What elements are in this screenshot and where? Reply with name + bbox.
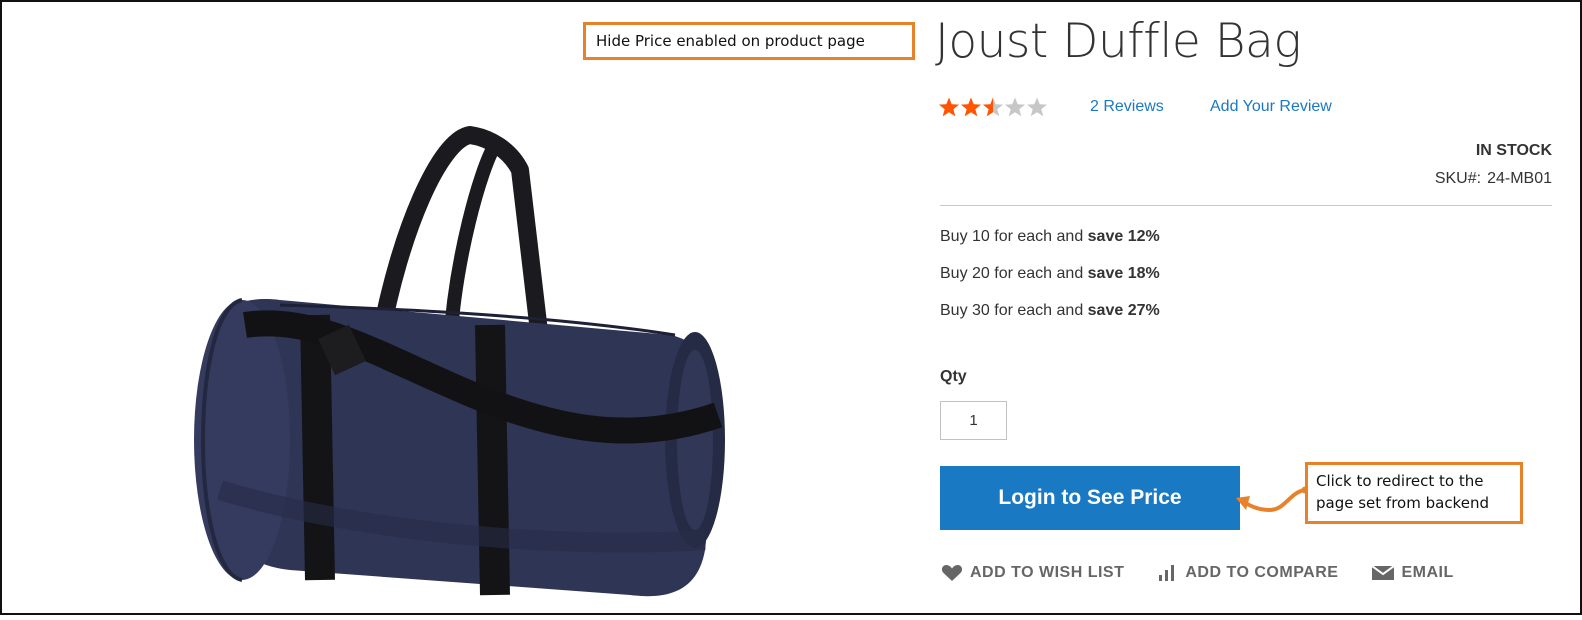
- envelope-icon: [1372, 566, 1395, 580]
- hide-price-annotation-text: Hide Price enabled on product page: [596, 32, 865, 50]
- email-label: Email: [1401, 564, 1454, 581]
- tier-price-item: Buy 30 for each and save 27%: [940, 300, 1160, 337]
- sku-value: 24-MB01: [1487, 170, 1552, 187]
- wishlist-label: Add to Wish List: [970, 564, 1125, 581]
- stock-status: In stock: [1475, 142, 1552, 159]
- tier-price-text: Buy 10 for each and: [940, 228, 1088, 245]
- compare-label: Add to Compare: [1185, 564, 1339, 581]
- add-to-wishlist-link[interactable]: Add to Wish List: [941, 564, 1124, 582]
- divider: [940, 205, 1552, 206]
- product-rating: [938, 94, 1050, 122]
- tier-price-save: save 18%: [1087, 265, 1160, 282]
- duffle-bag-image: [194, 126, 725, 597]
- product-social-links: Add to Wish List Add to Compare Email: [941, 564, 1488, 582]
- qty-input[interactable]: [940, 401, 1007, 440]
- tier-price-text: Buy 30 for each and: [940, 302, 1088, 319]
- email-link[interactable]: Email: [1372, 564, 1453, 582]
- qty-label: Qty: [940, 368, 967, 385]
- tier-price-save: save 12%: [1087, 228, 1160, 245]
- add-review-link[interactable]: Add Your Review: [1210, 98, 1332, 116]
- sku-label: SKU#:: [1434, 170, 1482, 187]
- tier-price-item: Buy 20 for each and save 18%: [940, 263, 1160, 300]
- compare-icon: [1159, 565, 1175, 581]
- add-to-compare-link[interactable]: Add to Compare: [1158, 564, 1338, 582]
- redirect-annotation-line2: page set from backend: [1316, 494, 1489, 512]
- tier-price-save: save 27%: [1087, 302, 1160, 319]
- callout-arrow-icon: [1236, 486, 1309, 513]
- sku: SKU#: 24-MB01: [1435, 170, 1552, 188]
- login-to-see-price-button[interactable]: Login to See Price: [940, 466, 1240, 530]
- tier-price-list: Buy 10 for each and save 12% Buy 20 for …: [940, 226, 1160, 337]
- product-title: Joust Duffle Bag: [935, 14, 1302, 69]
- tier-price-text: Buy 20 for each and: [940, 265, 1088, 282]
- product-image[interactable]: [150, 110, 750, 615]
- heart-icon: [941, 565, 963, 581]
- redirect-annotation: Click to redirect to the page set from b…: [1305, 462, 1523, 524]
- tier-price-item: Buy 10 for each and save 12%: [940, 226, 1160, 263]
- hide-price-annotation: Hide Price enabled on product page: [583, 22, 915, 60]
- star-icons: [939, 97, 1047, 117]
- rating-stars: [938, 96, 1050, 120]
- reviews-link[interactable]: 2 Reviews: [1090, 98, 1164, 116]
- redirect-annotation-line1: Click to redirect to the: [1316, 472, 1484, 490]
